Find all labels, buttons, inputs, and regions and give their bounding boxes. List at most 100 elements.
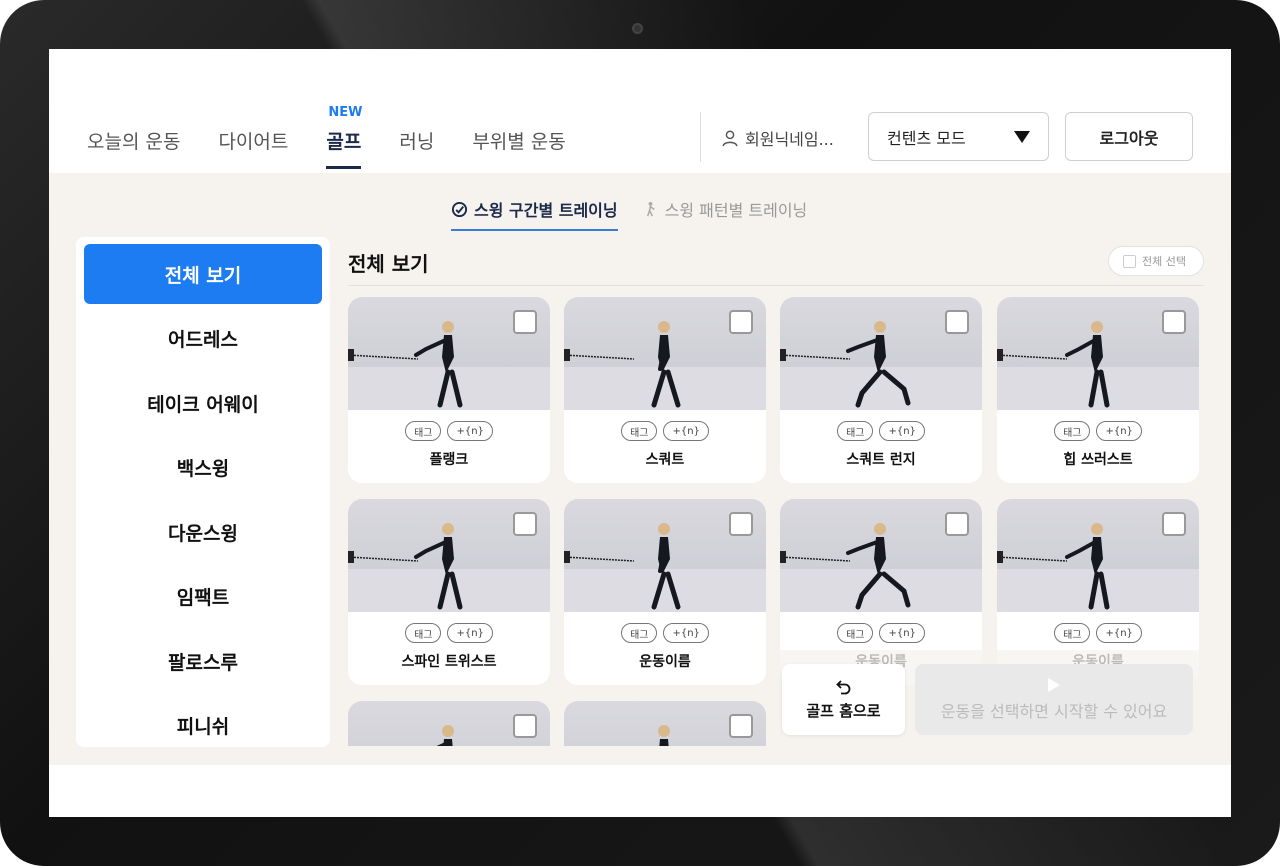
exercise-card[interactable]: 태그 +{n} 스파인 트위스트 (348, 499, 550, 685)
exercise-name: 플랭크 (429, 452, 469, 468)
chevron-down-icon (1014, 130, 1030, 143)
tag-badge: 태그 (621, 623, 658, 643)
main-nav: 오늘의 운동 다이어트 NEW 골프 러닝 부위별 운동 (87, 105, 566, 169)
card-checkbox[interactable] (513, 714, 537, 738)
sidebar-item-impact[interactable]: 임팩트 (84, 566, 322, 626)
card-checkbox[interactable] (729, 512, 753, 536)
card-checkbox[interactable] (729, 714, 753, 738)
exercise-thumbnail (564, 297, 766, 410)
select-all-button[interactable]: 전체 선택 (1108, 246, 1204, 276)
exercise-thumbnail (780, 499, 982, 612)
nav-running[interactable]: 러닝 (399, 127, 434, 157)
card-checkbox[interactable] (513, 512, 537, 536)
tag-badge: 태그 (1054, 421, 1091, 441)
tablet-frame: 오늘의 운동 다이어트 NEW 골프 러닝 부위별 운동 회원닉네임... 컨텐… (0, 0, 1280, 866)
tag-badge: 태그 (405, 421, 442, 441)
checkbox-icon (1123, 254, 1136, 268)
tag-badge: 태그 (621, 421, 658, 441)
user-icon (722, 130, 738, 147)
nav-body-part[interactable]: 부위별 운동 (472, 127, 565, 157)
tag-more-badge: +{n} (1096, 623, 1142, 643)
nav-diet[interactable]: 다이어트 (218, 127, 288, 157)
tag-badge: 태그 (405, 623, 442, 643)
exercise-card[interactable]: 태그 +{n} 스쿼트 (564, 297, 766, 483)
exercise-card[interactable] (564, 701, 766, 746)
header-divider (700, 112, 701, 162)
section-title: 전체 보기 (348, 252, 429, 276)
tag-more-badge: +{n} (1096, 421, 1142, 441)
bottom-bar (49, 765, 1231, 817)
exercise-thumbnail (780, 297, 982, 410)
sidebar-item-all[interactable]: 전체 보기 (84, 244, 322, 304)
card-checkbox[interactable] (945, 310, 969, 334)
tag-list: 태그 +{n} (348, 421, 550, 441)
exercise-name: 스쿼트 (645, 452, 685, 468)
category-sidebar: 전체 보기 어드레스 테이크 어웨이 백스윙 다운스윙 임팩트 팔로스루 피니쉬 (76, 237, 330, 747)
undo-arrow-icon (835, 680, 850, 695)
user-profile[interactable]: 회원닉네임... (721, 126, 834, 150)
exercise-card[interactable]: 태그 +{n} 스쿼트 런지 (780, 297, 982, 483)
app-screen: 오늘의 운동 다이어트 NEW 골프 러닝 부위별 운동 회원닉네임... 컨텐… (49, 49, 1231, 817)
tag-badge: 태그 (837, 421, 874, 441)
sidebar-item-address[interactable]: 어드레스 (84, 308, 322, 368)
exercise-thumbnail (348, 701, 550, 746)
card-checkbox[interactable] (1162, 512, 1186, 536)
tab-swing-pattern[interactable]: 스윙 패턴별 트레이닝 (642, 191, 807, 227)
exercise-card[interactable]: 태그 +{n} 힙 쓰러스트 (997, 297, 1199, 483)
sidebar-item-backswing[interactable]: 백스윙 (84, 437, 322, 497)
exercise-name: 힙 쓰러스트 (1063, 452, 1133, 468)
tag-list: 태그 +{n} (348, 623, 550, 643)
exercise-thumbnail (564, 701, 766, 746)
exercise-card[interactable] (348, 701, 550, 746)
exercise-thumbnail (564, 499, 766, 612)
swing-section-icon (451, 201, 468, 217)
play-icon (1048, 677, 1060, 692)
tag-more-badge: +{n} (663, 623, 709, 643)
tag-more-badge: +{n} (879, 623, 925, 643)
exercise-name: 스파인 트위스트 (401, 654, 497, 670)
exercise-thumbnail (348, 499, 550, 612)
sidebar-item-follow-through[interactable]: 팔로스루 (84, 631, 322, 691)
tag-more-badge: +{n} (447, 623, 493, 643)
nav-today-workout[interactable]: 오늘의 운동 (87, 127, 180, 157)
tag-list: 태그 +{n} (564, 623, 766, 643)
mode-label: 컨텐츠 모드 (887, 128, 966, 148)
tag-more-badge: +{n} (879, 421, 925, 441)
tag-list: 태그 +{n} (780, 623, 982, 643)
start-workout-button[interactable]: 운동을 선택하면 시작할 수 있어요 (915, 664, 1193, 735)
tag-more-badge: +{n} (447, 421, 493, 441)
exercise-name: 스쿼트 런지 (846, 452, 916, 468)
exercise-card[interactable]: 태그+{n} 운동이름 (564, 499, 766, 685)
golfer-icon (646, 201, 655, 216)
section-divider (348, 285, 1204, 286)
tag-list: 태그 +{n} (780, 421, 982, 441)
content-area: 스윙 구간별 트레이닝 스윙 패턴별 트레이닝 전체 보기 어드레스 테이크 어… (49, 173, 1231, 765)
camera (632, 23, 643, 34)
exercise-thumbnail (997, 297, 1199, 410)
card-checkbox[interactable] (729, 310, 753, 334)
sub-tabs: 스윙 구간별 트레이닝 스윙 패턴별 트레이닝 (451, 191, 807, 231)
card-checkbox[interactable] (513, 310, 537, 334)
new-badge: NEW (328, 105, 363, 120)
logout-button[interactable]: 로그아웃 (1065, 112, 1193, 161)
sidebar-item-takeaway[interactable]: 테이크 어웨이 (84, 373, 322, 433)
exercise-thumbnail (348, 297, 550, 410)
nav-golf[interactable]: NEW 골프 (326, 105, 362, 169)
user-name: 회원닉네임... (745, 130, 834, 149)
exercise-card[interactable]: 태그 +{n} 플랭크 (348, 297, 550, 483)
tag-badge: 태그 (1054, 623, 1091, 643)
tag-list: 태그 +{n} (997, 421, 1199, 441)
golf-home-button[interactable]: 골프 홈으로 (782, 664, 905, 735)
exercise-thumbnail (997, 499, 1199, 612)
exercise-name: 운동이름 (639, 654, 691, 670)
tag-more-badge: +{n} (663, 421, 709, 441)
sidebar-item-downswing[interactable]: 다운스윙 (84, 502, 322, 562)
card-checkbox[interactable] (1162, 310, 1186, 334)
tag-list: 태그 +{n} (564, 421, 766, 441)
tag-badge: 태그 (837, 623, 874, 643)
sidebar-item-finish[interactable]: 피니쉬 (84, 695, 322, 747)
content-mode-select[interactable]: 컨텐츠 모드 (868, 112, 1049, 161)
tag-list: 태그 +{n} (997, 623, 1199, 643)
tab-swing-section[interactable]: 스윙 구간별 트레이닝 (451, 191, 618, 231)
card-checkbox[interactable] (945, 512, 969, 536)
